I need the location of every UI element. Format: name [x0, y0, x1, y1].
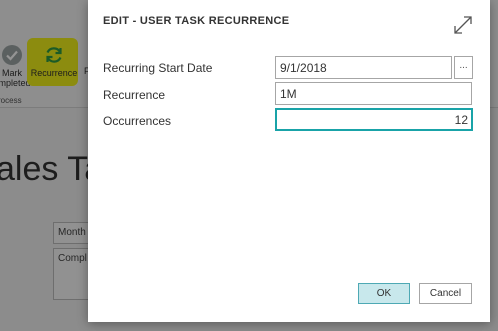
recurrence-label: Recurrence — [103, 88, 166, 102]
dialog-title: EDIT - USER TASK RECURRENCE — [103, 15, 290, 27]
date-lookup-button[interactable]: ... — [454, 56, 473, 79]
cancel-button[interactable]: Cancel — [419, 283, 472, 304]
occurrences-input[interactable] — [275, 108, 473, 131]
start-date-label: Recurring Start Date — [103, 61, 213, 75]
expand-icon — [454, 16, 472, 34]
ok-button[interactable]: OK — [358, 283, 410, 304]
expand-button[interactable] — [452, 14, 474, 36]
occurrences-label: Occurrences — [103, 114, 172, 128]
recurrence-input[interactable] — [275, 82, 472, 105]
start-date-input[interactable] — [275, 56, 452, 79]
recurrence-dialog: EDIT - USER TASK RECURRENCE Recurring St… — [88, 0, 490, 322]
